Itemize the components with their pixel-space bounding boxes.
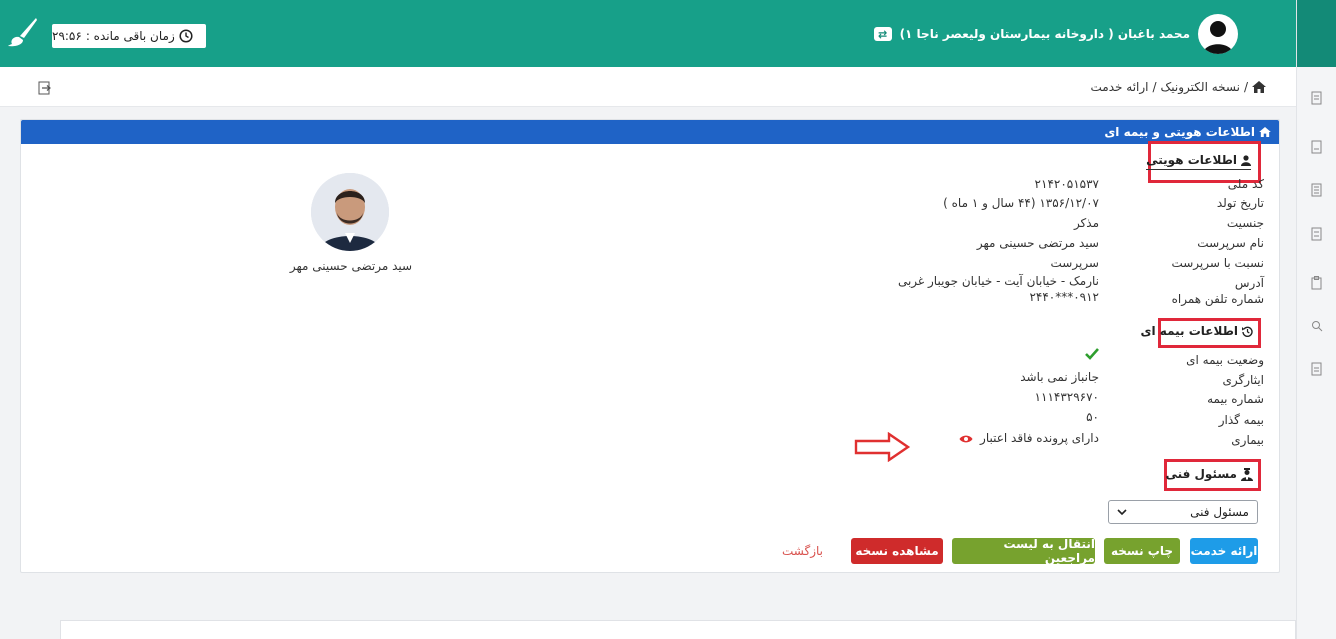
patient-info-card: اطلاعات هویتی و بیمه ای اطلاعات هویتی کد… — [20, 119, 1280, 573]
list-icon[interactable] — [1311, 183, 1323, 197]
report-icon[interactable] — [1311, 227, 1323, 241]
swap-icon[interactable]: ⇄ — [873, 27, 892, 41]
disease-status-text: دارای پرونده فاقد اعتبار — [980, 431, 1099, 445]
brush-icon[interactable] — [6, 16, 38, 48]
label-gender: جنسیت — [1226, 216, 1264, 230]
card-title: اطلاعات هویتی و بیمه ای — [1104, 125, 1255, 139]
photo-caption: سید مرتضی حسینی مهر — [289, 259, 413, 273]
value-national-code: ۲۱۴۲۰۵۱۵۳۷ — [1034, 177, 1099, 191]
label-insurance-status: وضعیت بیمه ای — [1186, 353, 1264, 367]
document-icon[interactable] — [1311, 140, 1323, 154]
value-guardian-name: سید مرتضی حسینی مهر — [976, 236, 1099, 250]
value-disease[interactable]: دارای پرونده فاقد اعتبار — [959, 431, 1099, 445]
timer-value: ۲۹:۵۶ — [52, 29, 82, 43]
breadcrumb-root[interactable]: نسخه الکترونیک — [1161, 80, 1240, 94]
label-insurer: بیمه گذار — [1218, 413, 1264, 427]
prescription-icon[interactable] — [1311, 91, 1323, 105]
value-address: نارمک - خیابان آیت - خیابان جویبار غربی — [897, 274, 1099, 288]
label-veteran: ایثارگری — [1222, 373, 1264, 387]
label-disease: بیماری — [1231, 433, 1264, 447]
user-menu[interactable]: ⇄ محمد باغبان ( داروخانه بیمارستان ولیعص… — [873, 14, 1238, 54]
transfer-to-list-button[interactable]: انتقال به لیست مراجعین — [952, 537, 1095, 565]
technical-section-title: مسئول فنی — [1165, 467, 1253, 481]
clipboard-icon[interactable] — [1311, 276, 1323, 290]
value-gender: مذکر — [1073, 216, 1099, 230]
user-icon — [1241, 154, 1251, 166]
home-icon[interactable] — [1252, 81, 1266, 93]
label-mobile: شماره تلفن همراه — [1171, 292, 1264, 306]
value-veteran: جانباز نمی باشد — [1020, 370, 1099, 384]
breadcrumb: / نسخه الکترونیک / ارائه خدمت — [1091, 80, 1266, 94]
notes-icon[interactable] — [1311, 362, 1323, 376]
user-avatar-icon[interactable] — [1198, 14, 1238, 54]
back-link[interactable]: بازگشت — [782, 544, 823, 558]
value-insurance-status — [1085, 348, 1099, 363]
insurance-section-title: اطلاعات بیمه ای — [1141, 324, 1253, 338]
chevron-down-icon — [1117, 509, 1127, 516]
view-prescription-button[interactable]: مشاهده نسخه — [851, 538, 943, 564]
top-header: زمان باقی مانده : ۲۹:۵۶ ⇄ محمد باغبان ( … — [0, 0, 1296, 67]
select-value: مسئول فنی — [1190, 505, 1249, 519]
label-guardian-relation: نسبت با سرپرست — [1171, 256, 1264, 270]
breadcrumb-current: ارائه خدمت — [1090, 80, 1149, 94]
label-national-code: کد ملی — [1227, 177, 1264, 191]
provide-service-button[interactable]: ارائه خدمت — [1190, 538, 1258, 564]
technical-select[interactable]: مسئول فنی — [1108, 500, 1258, 524]
value-mobile: ۰۹۱۲***۲۴۴۰ — [1029, 290, 1099, 304]
timer-label: زمان باقی مانده : — [85, 29, 175, 43]
breadcrumb-separator: / — [1243, 80, 1248, 94]
label-guardian-name: نام سرپرست — [1197, 236, 1264, 250]
session-timer: زمان باقی مانده : ۲۹:۵۶ — [52, 24, 206, 48]
breadcrumb-separator: / — [1152, 80, 1157, 94]
patient-photo — [311, 173, 389, 251]
search-icon[interactable] — [1311, 319, 1323, 333]
user-name: محمد باغبان ( داروخانه بیمارستان ولیعصر … — [899, 27, 1190, 41]
print-prescription-button[interactable]: چاپ نسخه — [1104, 538, 1180, 564]
home-icon — [1259, 127, 1271, 137]
value-insurance-number: ۱۱۱۴۳۲۹۶۷۰ — [1034, 390, 1099, 404]
value-guardian-relation: سرپرست — [1050, 256, 1099, 270]
history-icon — [1242, 326, 1253, 337]
label-insurance-number: شماره بیمه — [1207, 392, 1264, 406]
label-address: آدرس — [1234, 276, 1264, 290]
card-header: اطلاعات هویتی و بیمه ای — [21, 120, 1279, 144]
eye-icon[interactable] — [959, 434, 973, 444]
identity-section-title: اطلاعات هویتی — [1146, 153, 1251, 170]
label-birth-date: تاریخ تولد — [1216, 196, 1264, 210]
value-insurer: ۵۰ — [1086, 410, 1099, 424]
clock-icon — [179, 29, 193, 43]
check-icon — [1085, 348, 1099, 360]
exit-icon[interactable] — [38, 81, 52, 95]
value-birth-date: ۱۳۵۶/۱۲/۰۷ (۴۴ سال و ۱ ماه ) — [943, 196, 1099, 210]
engineer-icon — [1241, 467, 1253, 481]
arrow-right-icon — [854, 432, 911, 462]
breadcrumb-bar: / نسخه الکترونیک / ارائه خدمت — [0, 67, 1296, 107]
footer-panel — [60, 620, 1296, 639]
